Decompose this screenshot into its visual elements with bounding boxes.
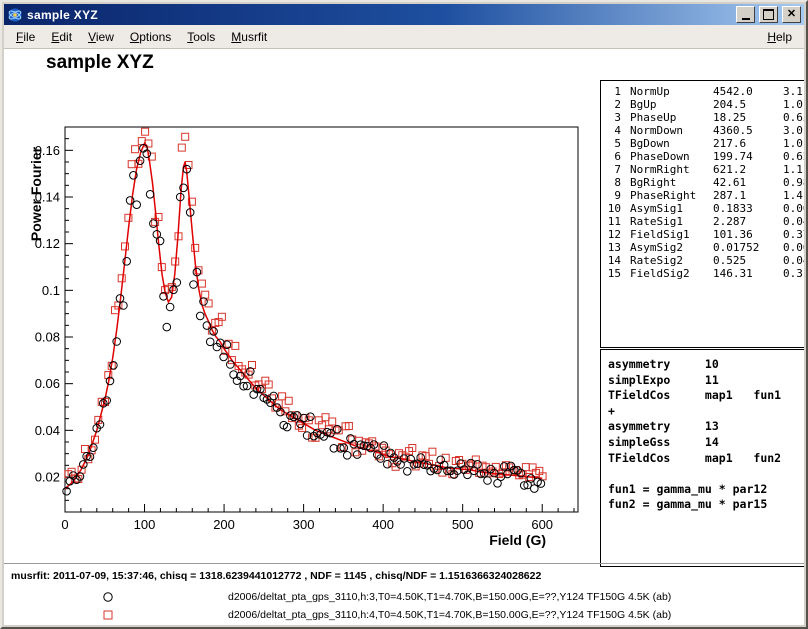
menu-file[interactable]: File <box>8 27 43 47</box>
app-window: sample XYZ ✕ FileEditViewOptionsToolsMus… <box>0 0 808 629</box>
param-row: 13AsymSig20.017520.00101 <box>607 241 804 254</box>
plot-canvas[interactable]: 01002003004005006000.020.040.060.080.10.… <box>28 115 588 560</box>
param-row: 3PhaseUp18.250.65 <box>607 111 804 124</box>
param-row: 11RateSig12.2870.043 <box>607 215 804 228</box>
legend-square-icon <box>101 608 115 622</box>
svg-text:500: 500 <box>452 517 474 532</box>
menu-bar: FileEditViewOptionsToolsMusrfit Help <box>4 25 804 49</box>
param-row: 6PhaseDown199.740.62 <box>607 150 804 163</box>
theory-panel: asymmetry 10 simplExpo 11 TFieldCos map1… <box>600 349 804 567</box>
minimize-icon <box>742 18 750 20</box>
param-row: 4NormDown4360.53.0 <box>607 124 804 137</box>
statusbar-divider <box>4 563 804 564</box>
param-row: 14RateSig20.5250.046 <box>607 254 804 267</box>
menu-musrfit[interactable]: Musrfit <box>223 27 275 47</box>
legend-entry: d2006/deltat_pta_gps_3110,h:4,T0=4.50K,T… <box>4 607 804 623</box>
param-row: 12FieldSig1101.360.37 <box>607 228 804 241</box>
svg-text:300: 300 <box>293 517 315 532</box>
maximize-button[interactable] <box>759 6 778 23</box>
svg-text:0.06: 0.06 <box>35 376 60 391</box>
menu-tools[interactable]: Tools <box>179 27 223 47</box>
svg-text:0.02: 0.02 <box>35 470 60 485</box>
svg-text:400: 400 <box>372 517 394 532</box>
fit-status-text: musrfit: 2011-07-09, 15:37:46, chisq = 1… <box>11 570 541 582</box>
param-table: 1NormUp4542.03.12BgUp204.51.03PhaseUp18.… <box>607 85 804 280</box>
menu-edit[interactable]: Edit <box>43 27 80 47</box>
canvas-title: sample XYZ <box>46 52 154 74</box>
legend-label: d2006/deltat_pta_gps_3110,h:4,T0=4.50K,T… <box>228 609 671 621</box>
menu-view[interactable]: View <box>80 27 122 47</box>
svg-text:200: 200 <box>213 517 235 532</box>
close-button[interactable]: ✕ <box>782 6 801 23</box>
svg-text:0.08: 0.08 <box>35 330 60 345</box>
svg-text:100: 100 <box>134 517 156 532</box>
param-row: 2BgUp204.51.0 <box>607 98 804 111</box>
svg-text:600: 600 <box>531 517 553 532</box>
maximize-icon <box>763 9 774 20</box>
svg-text:0.04: 0.04 <box>35 423 60 438</box>
menu-options[interactable]: Options <box>122 27 179 47</box>
parameter-panel: 1NormUp4542.03.12BgUp204.51.03PhaseUp18.… <box>600 80 804 348</box>
param-row: 8BgRight42.610.98 <box>607 176 804 189</box>
legend-circle-icon <box>101 590 115 604</box>
legend-entry: d2006/deltat_pta_gps_3110,h:3,T0=4.50K,T… <box>4 589 804 605</box>
legend-label: d2006/deltat_pta_gps_3110,h:3,T0=4.50K,T… <box>228 591 671 603</box>
app-icon <box>7 7 23 23</box>
menu-help[interactable]: Help <box>759 27 800 47</box>
theory-text: asymmetry 10 simplExpo 11 TFieldCos map1… <box>608 357 804 513</box>
svg-text:Field (G): Field (G) <box>489 532 546 548</box>
svg-text:Power Fourier: Power Fourier <box>28 146 44 241</box>
svg-text:0.1: 0.1 <box>42 283 60 298</box>
minimize-button[interactable] <box>736 6 755 23</box>
title-bar: sample XYZ ✕ <box>4 4 804 25</box>
param-row: 15FieldSig2146.310.31 <box>607 267 804 280</box>
param-row: 1NormUp4542.03.1 <box>607 85 804 98</box>
param-row: 9PhaseRight287.11.4 <box>607 189 804 202</box>
close-icon: ✕ <box>787 9 796 20</box>
param-row: 7NormRight621.21.1 <box>607 163 804 176</box>
root-canvas[interactable]: sample XYZ 0 100 200 300 400 500 600 0.02 0.04 0.… <box>4 49 804 625</box>
param-row: 10AsymSig10.18330.0027 <box>607 202 804 215</box>
window-title: sample XYZ <box>27 8 732 22</box>
svg-text:0: 0 <box>61 517 68 532</box>
param-row: 5BgDown217.61.0 <box>607 137 804 150</box>
